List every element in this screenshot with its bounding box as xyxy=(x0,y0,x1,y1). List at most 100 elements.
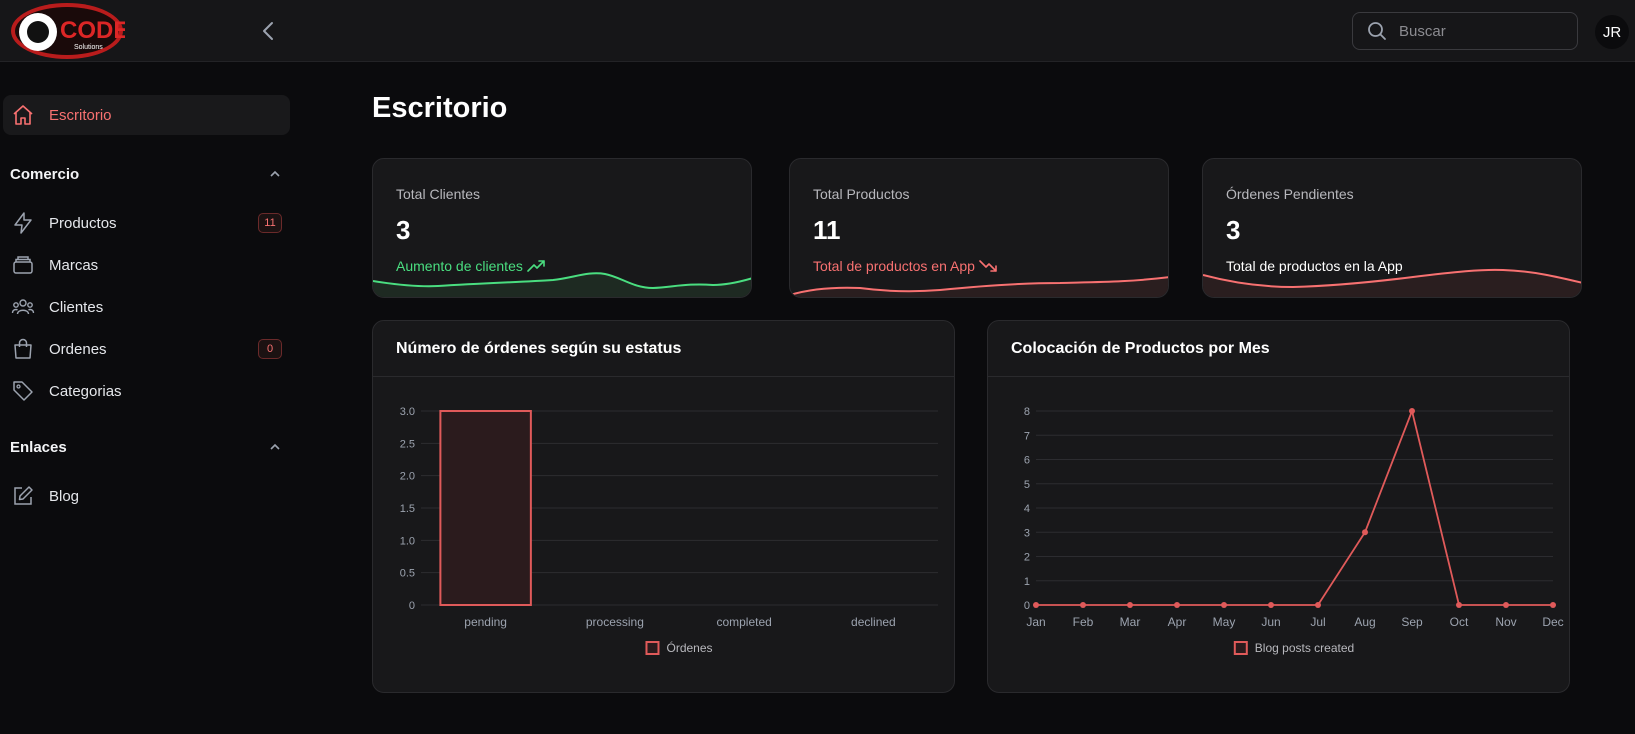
stat-label: Órdenes Pendientes xyxy=(1226,186,1354,202)
chart-title: Número de órdenes según su estatus xyxy=(373,321,954,377)
y-tick-label: 2 xyxy=(1024,552,1030,564)
y-tick-label: 1.0 xyxy=(400,535,415,547)
data-point xyxy=(1456,602,1462,608)
group-title: Enlaces xyxy=(10,438,67,456)
data-point xyxy=(1409,408,1415,414)
x-tick-label: Jun xyxy=(1261,615,1280,629)
sparkline-ordenes xyxy=(1203,268,1581,297)
x-tick-label: Apr xyxy=(1168,615,1187,629)
data-point xyxy=(1503,602,1509,608)
products-line-chart: 0 1 2 3 4 5 6 7 8 Jan Feb Mar Apr May Jun Jul Aug Sep Oct N… xyxy=(1024,406,1564,655)
data-point xyxy=(1033,602,1039,608)
y-tick-label: 8 xyxy=(1024,406,1030,418)
orders-bar-chart: 0 0.5 1.0 1.5 2.0 2.5 3.0 pending processing comp… xyxy=(400,406,938,655)
sidebar-item-label: Escritorio xyxy=(49,106,112,124)
shopping-bag-icon xyxy=(11,337,35,361)
stat-card-ordenes[interactable]: Órdenes Pendientes 3 Total de productos … xyxy=(1202,158,1582,298)
y-tick-label: 5 xyxy=(1024,479,1030,491)
sidebar: Escritorio Comercio Productos 11 Marcas … xyxy=(0,62,300,734)
y-tick-label: 7 xyxy=(1024,430,1030,442)
stat-value: 3 xyxy=(396,215,411,245)
data-point xyxy=(1362,529,1368,536)
x-tick-label: Feb xyxy=(1073,615,1094,629)
sidebar-item-productos[interactable]: Productos 11 xyxy=(3,203,290,243)
avatar-initials: JR xyxy=(1602,23,1622,41)
chart-title: Colocación de Productos por Mes xyxy=(988,321,1569,377)
legend-swatch xyxy=(1233,641,1248,655)
data-point xyxy=(1550,602,1556,608)
chart-legend: Órdenes xyxy=(645,640,713,655)
collapse-sidebar-button[interactable] xyxy=(258,18,280,44)
y-tick-label: 0 xyxy=(409,600,415,612)
user-avatar[interactable]: JR xyxy=(1595,15,1629,49)
y-tick-label: 1.5 xyxy=(400,503,415,515)
data-point xyxy=(1221,602,1227,608)
count-badge: 0 xyxy=(258,339,282,359)
search-input[interactable] xyxy=(1397,21,1571,41)
logo-text: CODE xyxy=(60,17,125,44)
users-icon xyxy=(11,295,35,319)
data-point xyxy=(1268,602,1274,608)
x-tick-label: Jan xyxy=(1026,615,1045,629)
sidebar-item-label: Ordenes xyxy=(49,340,107,358)
group-title: Comercio xyxy=(10,165,80,183)
home-icon xyxy=(11,103,35,127)
sidebar-item-marcas[interactable]: Marcas xyxy=(3,245,290,285)
y-tick-label: 0.5 xyxy=(400,568,415,580)
sidebar-item-clientes[interactable]: Clientes xyxy=(3,287,290,327)
y-tick-label: 2.5 xyxy=(400,438,415,450)
products-month-chart-panel: Colocación de Productos por Mes 0 1 2 3 4 5 6 7… xyxy=(987,320,1570,693)
tag-icon xyxy=(11,379,35,403)
sidebar-item-label: Marcas xyxy=(49,256,99,274)
x-tick-label: pending xyxy=(464,615,507,629)
data-point xyxy=(1315,602,1321,608)
stat-value: 11 xyxy=(813,215,841,245)
sparkline-clientes xyxy=(373,272,751,297)
stat-card-clientes[interactable]: Total Clientes 3 Aumento de clientes xyxy=(372,158,752,298)
search-icon xyxy=(1368,22,1386,40)
stat-value: 3 xyxy=(1226,215,1241,245)
x-tick-label: Sep xyxy=(1401,615,1423,629)
y-tick-label: 6 xyxy=(1024,455,1030,467)
x-tick-label: May xyxy=(1213,615,1236,629)
sidebar-item-label: Productos xyxy=(49,214,117,232)
x-tick-label: Aug xyxy=(1354,615,1375,629)
group-header-comercio[interactable]: Comercio xyxy=(10,162,282,186)
x-tick-label: completed xyxy=(716,615,771,629)
y-tick-label: 3 xyxy=(1024,527,1030,539)
edit-icon xyxy=(11,484,35,508)
top-bar: CODE Solutions JR xyxy=(0,0,1635,62)
stat-label: Total Clientes xyxy=(396,186,481,202)
chevron-left-icon xyxy=(263,22,273,40)
group-header-enlaces[interactable]: Enlaces xyxy=(10,435,282,459)
chart-legend: Blog posts created xyxy=(1233,641,1354,655)
stat-card-productos[interactable]: Total Productos 11 Total de productos en… xyxy=(789,158,1169,298)
sidebar-item-blog[interactable]: Blog xyxy=(3,476,290,516)
page-title: Escritorio xyxy=(372,92,508,124)
x-tick-label: Oct xyxy=(1450,615,1469,629)
sidebar-item-categorias[interactable]: Categorias xyxy=(3,371,290,411)
sidebar-item-label: Categorias xyxy=(49,382,122,400)
bar xyxy=(439,410,532,606)
logo-subtext: Solutions xyxy=(74,44,103,51)
legend-swatch xyxy=(645,641,660,655)
x-tick-label: Jul xyxy=(1310,615,1325,629)
stat-label: Total Productos xyxy=(813,186,910,202)
y-tick-label: 0 xyxy=(1024,600,1030,612)
sidebar-item-escritorio[interactable]: Escritorio xyxy=(3,95,290,135)
x-tick-label: processing xyxy=(586,615,644,629)
brand-logo[interactable]: CODE Solutions xyxy=(10,2,129,60)
sidebar-item-ordenes[interactable]: Ordenes 0 xyxy=(3,329,290,369)
legend-label: Blog posts created xyxy=(1255,641,1354,655)
x-tick-label: Dec xyxy=(1542,615,1563,629)
stack-icon xyxy=(11,253,35,277)
sidebar-item-label: Clientes xyxy=(49,298,104,316)
y-tick-label: 3.0 xyxy=(400,406,415,418)
chevron-up-icon xyxy=(270,170,280,177)
search-box[interactable] xyxy=(1352,12,1578,50)
orders-status-chart-panel: Número de órdenes según su estatus 0 0.5 1… xyxy=(372,320,955,693)
data-point xyxy=(1127,602,1133,608)
bolt-icon xyxy=(11,211,35,235)
x-tick-label: Mar xyxy=(1120,615,1141,629)
chevron-up-icon xyxy=(270,443,280,450)
